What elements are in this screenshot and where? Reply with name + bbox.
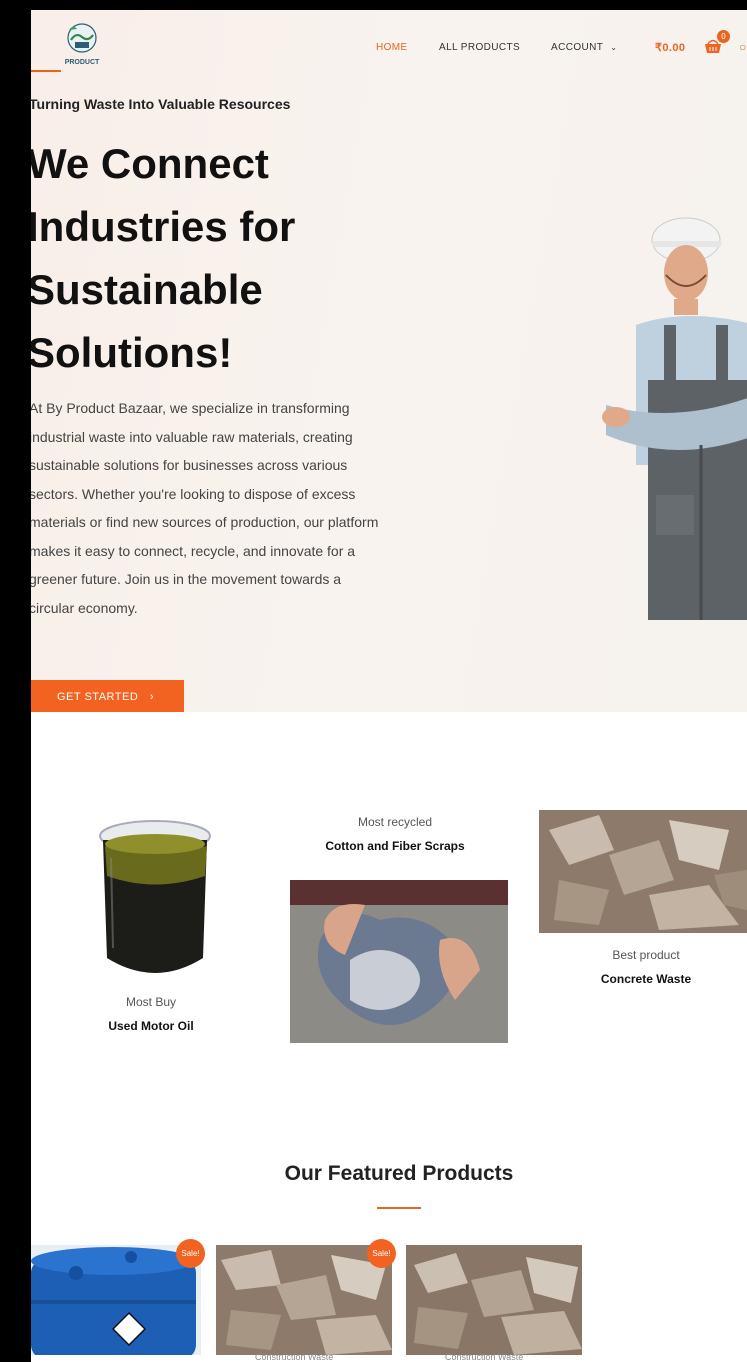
- nav-account-label: ACCOUNT: [551, 42, 604, 53]
- chevron-down-icon: ⌄: [610, 43, 618, 52]
- product-category[interactable]: Construction Waste: [445, 1352, 523, 1362]
- motor-oil-image[interactable]: [97, 818, 213, 978]
- concrete-waste-image[interactable]: [539, 810, 747, 933]
- top-nav: PRODUCT HOME ALL PRODUCTS ACCOUNT ⌄ ₹0.0…: [31, 10, 747, 80]
- cotton-scraps-image[interactable]: [290, 880, 508, 1043]
- product-image-construction-waste[interactable]: [216, 1245, 392, 1355]
- cart-total[interactable]: ₹0.00: [655, 41, 685, 54]
- category-subtitle: Best product: [612, 948, 680, 962]
- featured-divider: [377, 1207, 421, 1209]
- category-concrete-waste[interactable]: Best product Concrete Waste: [551, 948, 741, 986]
- nav-account[interactable]: ACCOUNT ⌄: [551, 42, 617, 53]
- nav-all-products[interactable]: ALL PRODUCTS: [439, 42, 520, 53]
- category-title: Concrete Waste: [600, 972, 692, 986]
- get-started-label: GET STARTED: [56, 691, 139, 703]
- cart-count-badge: 0: [717, 30, 730, 43]
- sale-badge: Sale!: [176, 1239, 205, 1268]
- hero-intro: At By Product Bazaar, we specialize in t…: [31, 400, 379, 616]
- hero-section: PRODUCT HOME ALL PRODUCTS ACCOUNT ⌄ ₹0.0…: [31, 10, 747, 712]
- featured-products-heading: Our Featured Products: [284, 1162, 514, 1185]
- product-category[interactable]: Construction Waste: [255, 1352, 333, 1362]
- hero-eyebrow: Turning Waste Into Valuable Resources: [31, 96, 291, 112]
- category-title: Cotton and Fiber Scraps: [325, 839, 465, 853]
- category-subtitle: Most recycled: [357, 815, 433, 829]
- logo-text: PRODUCT: [65, 59, 100, 66]
- category-subtitle: Most Buy: [125, 995, 176, 1009]
- nav-home[interactable]: HOME: [376, 42, 408, 53]
- category-title: Used Motor Oil: [108, 1019, 194, 1033]
- page: PRODUCT HOME ALL PRODUCTS ACCOUNT ⌄ ₹0.0…: [31, 10, 747, 1362]
- chevron-right-icon: ›: [149, 691, 155, 703]
- worker-illustration: [602, 217, 747, 620]
- get-started-button[interactable]: GET STARTED ›: [31, 680, 184, 712]
- site-logo[interactable]: PRODUCT: [57, 22, 107, 70]
- screen-frame: PRODUCT HOME ALL PRODUCTS ACCOUNT ⌄ ₹0.0…: [0, 0, 747, 1362]
- logo-underline: [31, 70, 61, 72]
- product-image-chemical-drum[interactable]: [31, 1245, 201, 1355]
- search-icon[interactable]: ○: [739, 40, 746, 54]
- product-image-construction-waste[interactable]: [406, 1245, 582, 1355]
- category-cotton-fiber-scraps[interactable]: Most recycled Cotton and Fiber Scraps: [295, 815, 495, 853]
- category-used-motor-oil[interactable]: Most Buy Used Motor Oil: [61, 995, 241, 1033]
- sale-badge: Sale!: [367, 1239, 396, 1268]
- hero-headline: We Connect Industries for Sustainable So…: [31, 140, 296, 376]
